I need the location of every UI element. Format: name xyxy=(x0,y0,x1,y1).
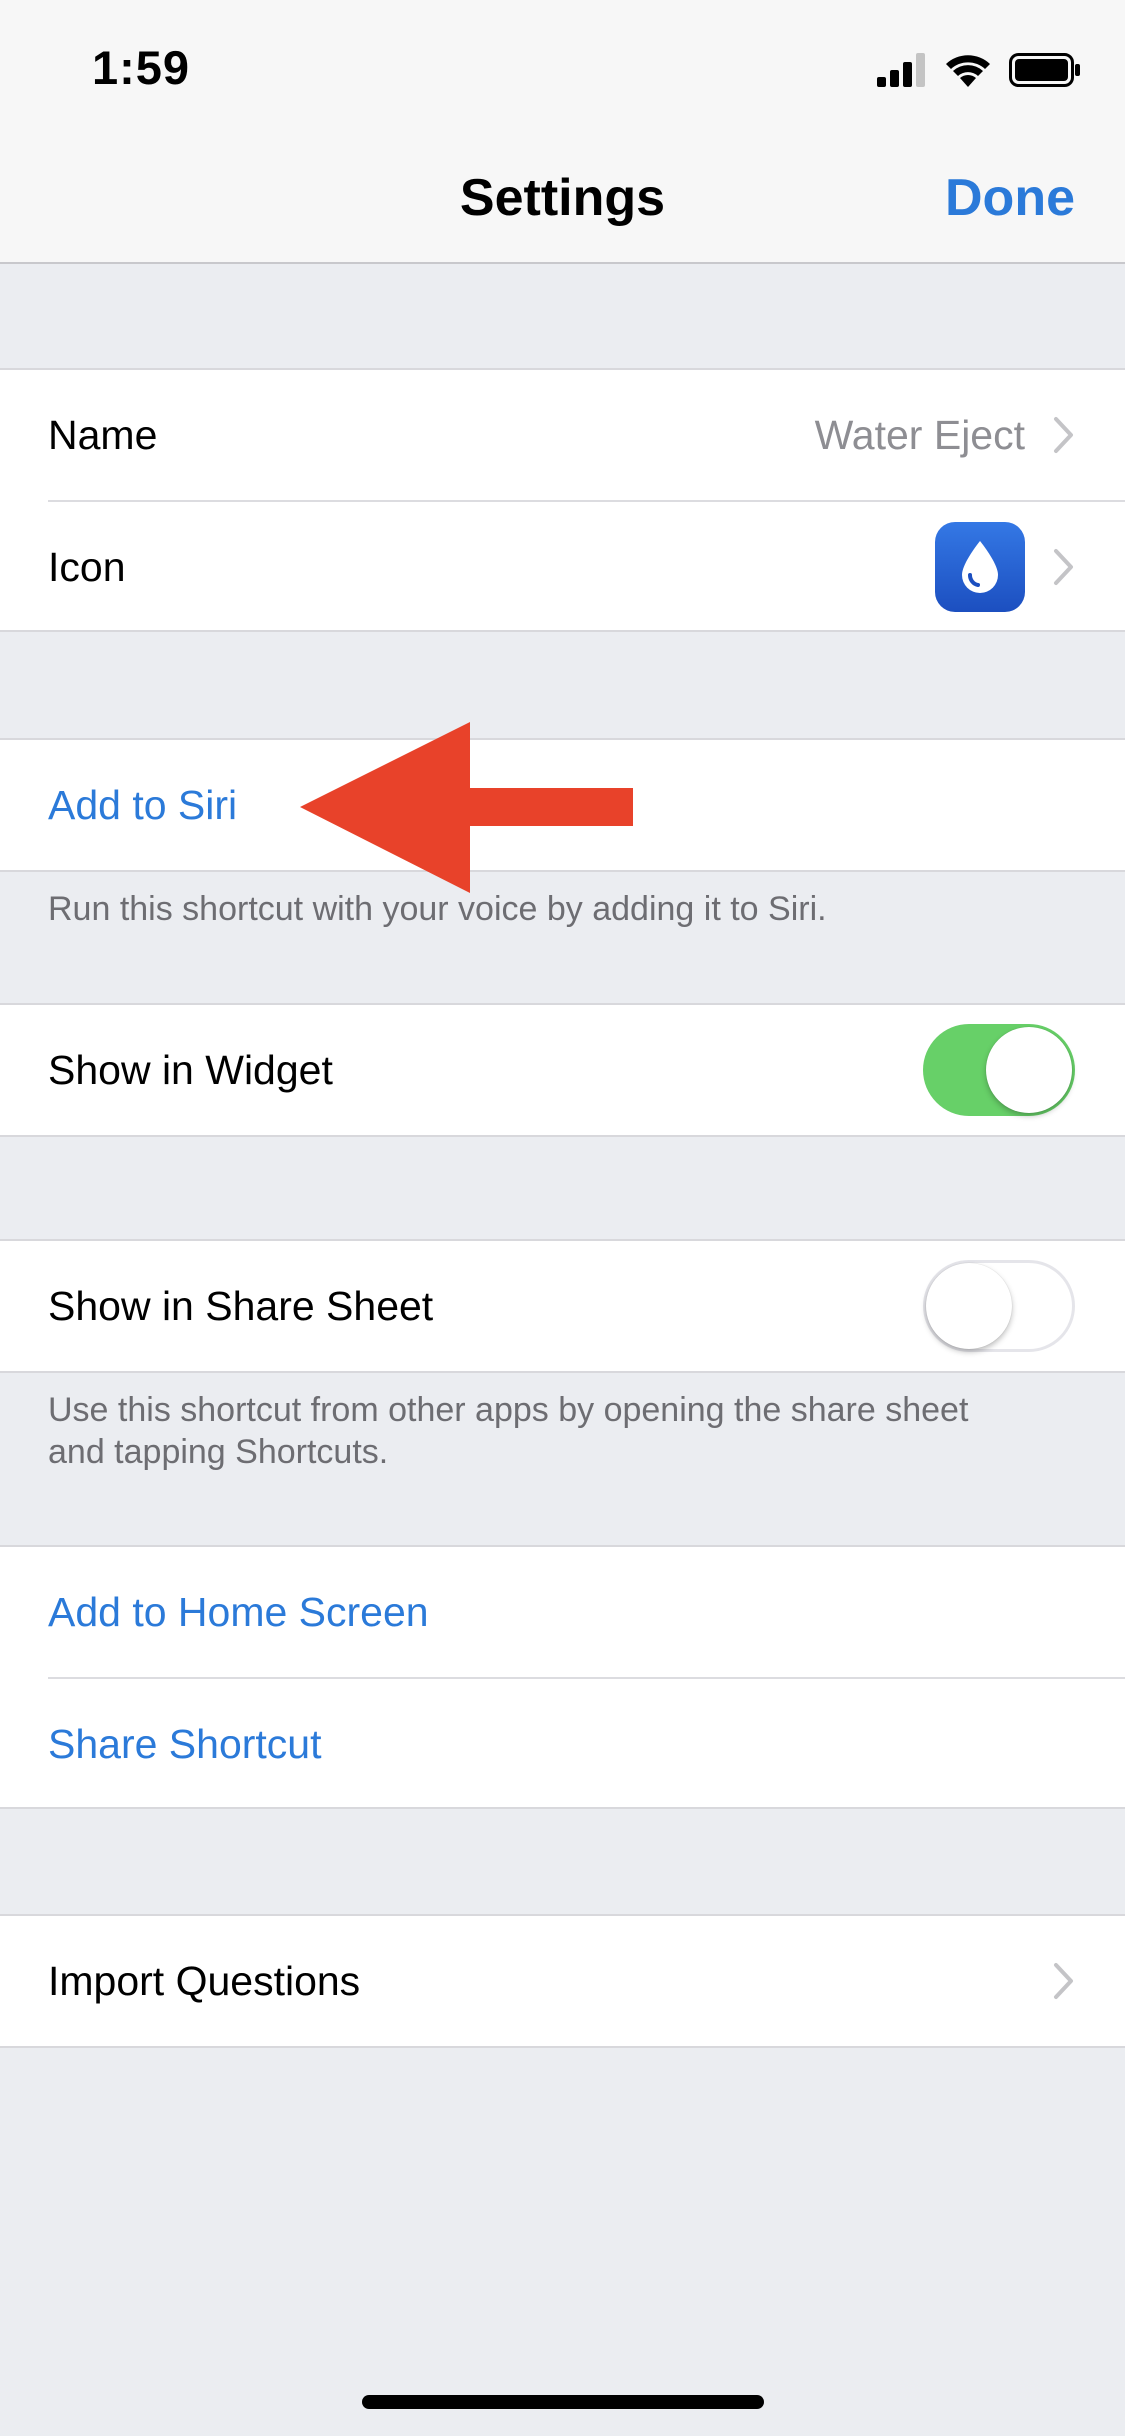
chevron-right-icon xyxy=(1054,1963,1073,1999)
show-in-share-sheet-label: Show in Share Sheet xyxy=(48,1283,434,1329)
show-in-widget-toggle[interactable] xyxy=(923,1024,1075,1116)
add-to-siri-button[interactable]: Add to Siri xyxy=(48,740,237,870)
add-to-home-screen-row[interactable]: Add to Home Screen xyxy=(0,1547,1125,1677)
navigation-bar: Settings Done xyxy=(0,134,1125,264)
name-value: Water Eject xyxy=(814,411,1025,458)
add-to-home-screen-button[interactable]: Add to Home Screen xyxy=(48,1547,429,1677)
water-drop-icon xyxy=(935,522,1025,612)
shortcut-details-group: Name Water Eject Icon xyxy=(0,368,1125,632)
toggle-knob xyxy=(926,1263,1012,1349)
show-in-share-sheet-toggle[interactable] xyxy=(923,1260,1075,1352)
name-row[interactable]: Name Water Eject xyxy=(0,370,1125,500)
home-indicator[interactable] xyxy=(362,2395,764,2409)
show-in-share-sheet-row: Show in Share Sheet xyxy=(0,1241,1125,1371)
share-shortcut-row[interactable]: Share Shortcut xyxy=(48,1677,1125,1807)
chevron-right-icon xyxy=(1054,417,1073,453)
share-sheet-group: Show in Share Sheet xyxy=(0,1239,1125,1373)
import-group: Import Questions xyxy=(0,1914,1125,2048)
import-questions-label: Import Questions xyxy=(48,1958,361,2004)
widget-group: Show in Widget xyxy=(0,1003,1125,1137)
icon-label: Icon xyxy=(48,544,126,590)
share-shortcut-button[interactable]: Share Shortcut xyxy=(48,1679,322,1809)
show-in-widget-label: Show in Widget xyxy=(48,1047,333,1093)
wifi-icon xyxy=(946,55,990,87)
show-in-widget-row: Show in Widget xyxy=(0,1005,1125,1135)
import-questions-row[interactable]: Import Questions xyxy=(0,1916,1125,2046)
share-actions-group: Add to Home Screen Share Shortcut xyxy=(0,1545,1125,1809)
name-label: Name xyxy=(48,412,158,458)
chevron-right-icon xyxy=(1054,549,1073,585)
annotation-arrow-icon xyxy=(300,722,633,893)
battery-icon xyxy=(1009,53,1080,87)
done-button[interactable]: Done xyxy=(945,168,1075,228)
status-bar: 1:59 xyxy=(0,0,1125,134)
toggle-knob xyxy=(986,1027,1072,1113)
status-time: 1:59 xyxy=(92,41,191,94)
cellular-signal-icon xyxy=(877,53,925,87)
status-icons xyxy=(877,50,1081,90)
share-sheet-footer-text: Use this shortcut from other apps by ope… xyxy=(48,1391,969,1471)
icon-row[interactable]: Icon xyxy=(48,500,1125,630)
